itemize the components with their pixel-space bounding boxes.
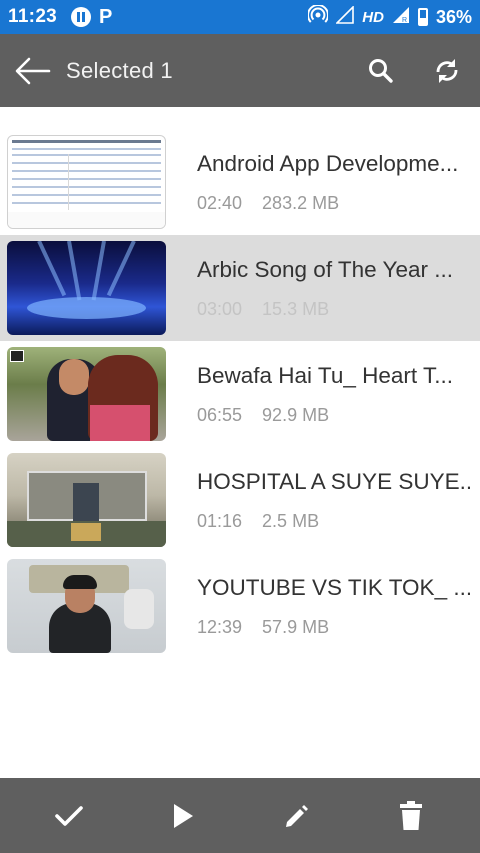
video-duration: 12:39 [197, 617, 243, 637]
video-item[interactable]: Android App Developme... 02:40 283.2 MB [0, 129, 480, 235]
status-left-icons: P [71, 6, 112, 29]
battery-percent: 36% [435, 6, 472, 27]
signal-roaming-icon: R [392, 6, 410, 29]
video-title: HOSPITAL A SUYE SUYE... [197, 469, 470, 494]
video-info: Bewafa Hai Tu_ Heart T... 06:55 92.9 MB [197, 362, 480, 426]
video-size: 2.5 MB [262, 511, 320, 531]
video-size: 283.2 MB [262, 193, 340, 213]
video-meta: 06:55 92.9 MB [197, 405, 470, 426]
sync-button[interactable] [414, 34, 480, 107]
video-list: Android App Developme... 02:40 283.2 MB … [0, 129, 480, 659]
selection-title: Selected 1 [66, 57, 173, 83]
status-time: 11:23 [8, 6, 58, 27]
status-bar: 11:23 P HD R 36% [0, 0, 480, 34]
video-info: HOSPITAL A SUYE SUYE... 01:16 2.5 MB [197, 468, 480, 532]
delete-icon [400, 800, 422, 830]
video-thumbnail [7, 453, 166, 547]
edit-button[interactable] [267, 786, 327, 846]
video-size: 92.9 MB [262, 405, 330, 425]
play-button[interactable] [153, 786, 213, 846]
video-item[interactable]: Bewafa Hai Tu_ Heart T... 06:55 92.9 MB [0, 341, 480, 447]
video-info: Arbic Song of The Year ... 03:00 15.3 MB [197, 256, 480, 320]
video-duration: 02:40 [197, 193, 243, 213]
video-title: Android App Developme... [197, 151, 459, 176]
video-thumbnail [7, 241, 166, 335]
video-thumbnail [7, 559, 166, 653]
video-size: 15.3 MB [262, 299, 330, 319]
edit-icon [286, 804, 308, 827]
toolbar: Selected 1 [0, 34, 480, 107]
video-title: YOUTUBE VS TIK TOK_ ... [197, 575, 470, 600]
signal-icon [335, 4, 355, 29]
video-item[interactable]: HOSPITAL A SUYE SUYE... 01:16 2.5 MB [0, 447, 480, 553]
search-button[interactable] [348, 34, 414, 107]
video-size: 57.9 MB [262, 617, 330, 637]
video-info: YOUTUBE VS TIK TOK_ ... 12:39 57.9 MB [197, 574, 480, 638]
sync-icon [436, 58, 458, 83]
status-right-icons: HD R 36% [307, 3, 472, 30]
bottom-action-bar [0, 778, 480, 853]
battery-icon [417, 8, 428, 26]
toolbar-actions [348, 34, 480, 107]
search-icon [369, 58, 393, 83]
back-button[interactable] [0, 34, 66, 107]
video-item-selected[interactable]: Arbic Song of The Year ... 03:00 15.3 MB [0, 235, 480, 341]
video-meta: 03:00 15.3 MB [197, 299, 470, 320]
video-meta: 01:16 2.5 MB [197, 511, 470, 532]
video-info: Android App Developme... 02:40 283.2 MB [197, 150, 480, 214]
hotspot-icon [307, 3, 330, 30]
pause-circle-icon [71, 7, 92, 27]
video-duration: 03:00 [197, 299, 243, 319]
video-title: Bewafa Hai Tu_ Heart T... [197, 363, 453, 388]
video-thumbnail [7, 135, 166, 229]
p-app-icon: P [99, 5, 113, 28]
video-thumbnail [7, 347, 166, 441]
video-duration: 01:16 [197, 511, 243, 531]
check-icon [55, 805, 83, 826]
delete-button[interactable] [381, 786, 441, 846]
video-item[interactable]: YOUTUBE VS TIK TOK_ ... 12:39 57.9 MB [0, 553, 480, 659]
select-all-button[interactable] [39, 786, 99, 846]
play-icon [174, 803, 193, 828]
back-arrow-icon [15, 57, 51, 84]
video-meta: 12:39 57.9 MB [197, 617, 470, 638]
video-duration: 06:55 [197, 405, 243, 425]
video-title: Arbic Song of The Year ... [197, 257, 454, 282]
video-meta: 02:40 283.2 MB [197, 193, 470, 214]
network-hd-label: HD [362, 8, 384, 26]
svg-text:R: R [402, 17, 407, 24]
